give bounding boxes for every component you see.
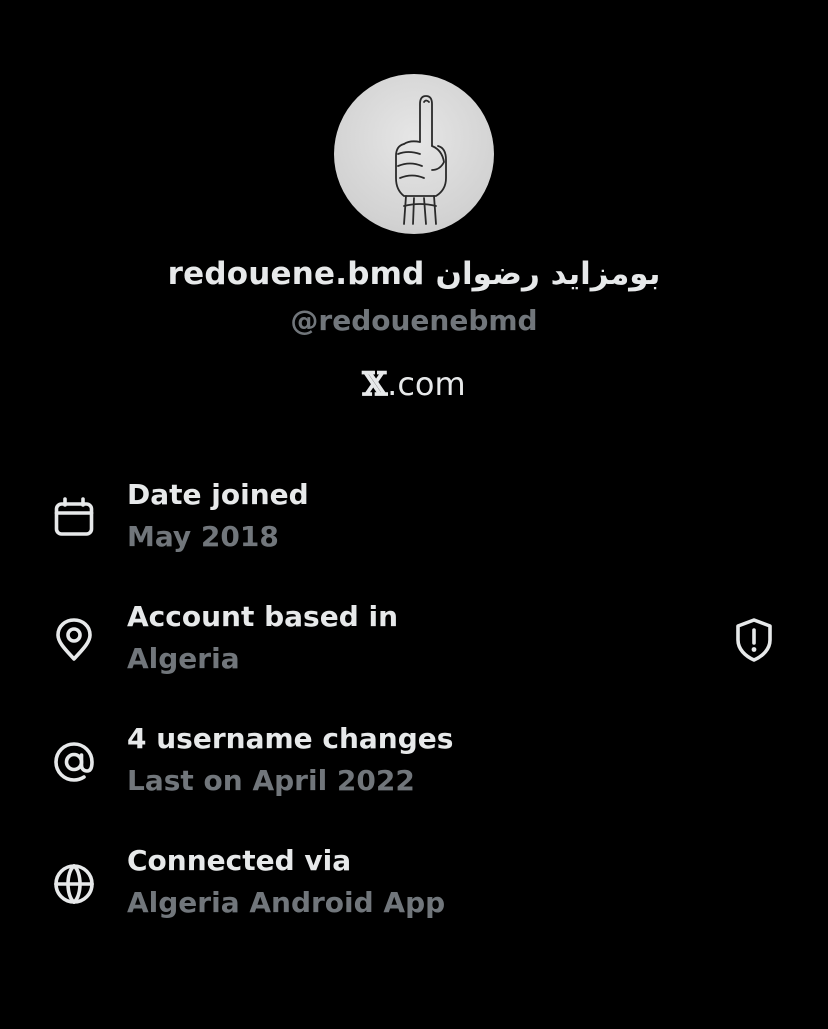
globe-icon [50,860,98,908]
username-handle: @redouenebmd [290,304,538,337]
info-row-account-based-in: Account based in Algeria [0,600,828,690]
row-title: 4 username changes [127,722,454,755]
at-sign-icon [50,738,98,786]
row-value: Algeria [127,642,240,675]
platform-domain: 𝕏.com [0,365,828,404]
about-account-screen: redouene.bmd بومزايد رضوان @redouenebmd … [0,0,828,1029]
info-row-connected-via: Connected via Algeria Android App [0,844,828,934]
row-title: Date joined [127,478,309,511]
row-value: Last on April 2022 [127,764,415,797]
location-pin-icon [50,616,98,664]
row-value: Algeria Android App [127,886,446,919]
row-title: Connected via [127,844,352,877]
info-row-date-joined: Date joined May 2018 [0,478,828,568]
row-value: May 2018 [127,520,279,553]
info-row-username-changes: 4 username changes Last on April 2022 [0,722,828,812]
x-logo-letter: 𝕏 [362,365,388,404]
calendar-icon [50,494,98,542]
display-name: redouene.bmd بومزايد رضوان [167,256,661,292]
avatar[interactable] [334,74,494,234]
domain-suffix: .com [387,365,466,403]
raised-index-finger-drawing [395,95,447,225]
row-title: Account based in [127,600,399,633]
shield-alert-icon[interactable] [730,616,778,664]
